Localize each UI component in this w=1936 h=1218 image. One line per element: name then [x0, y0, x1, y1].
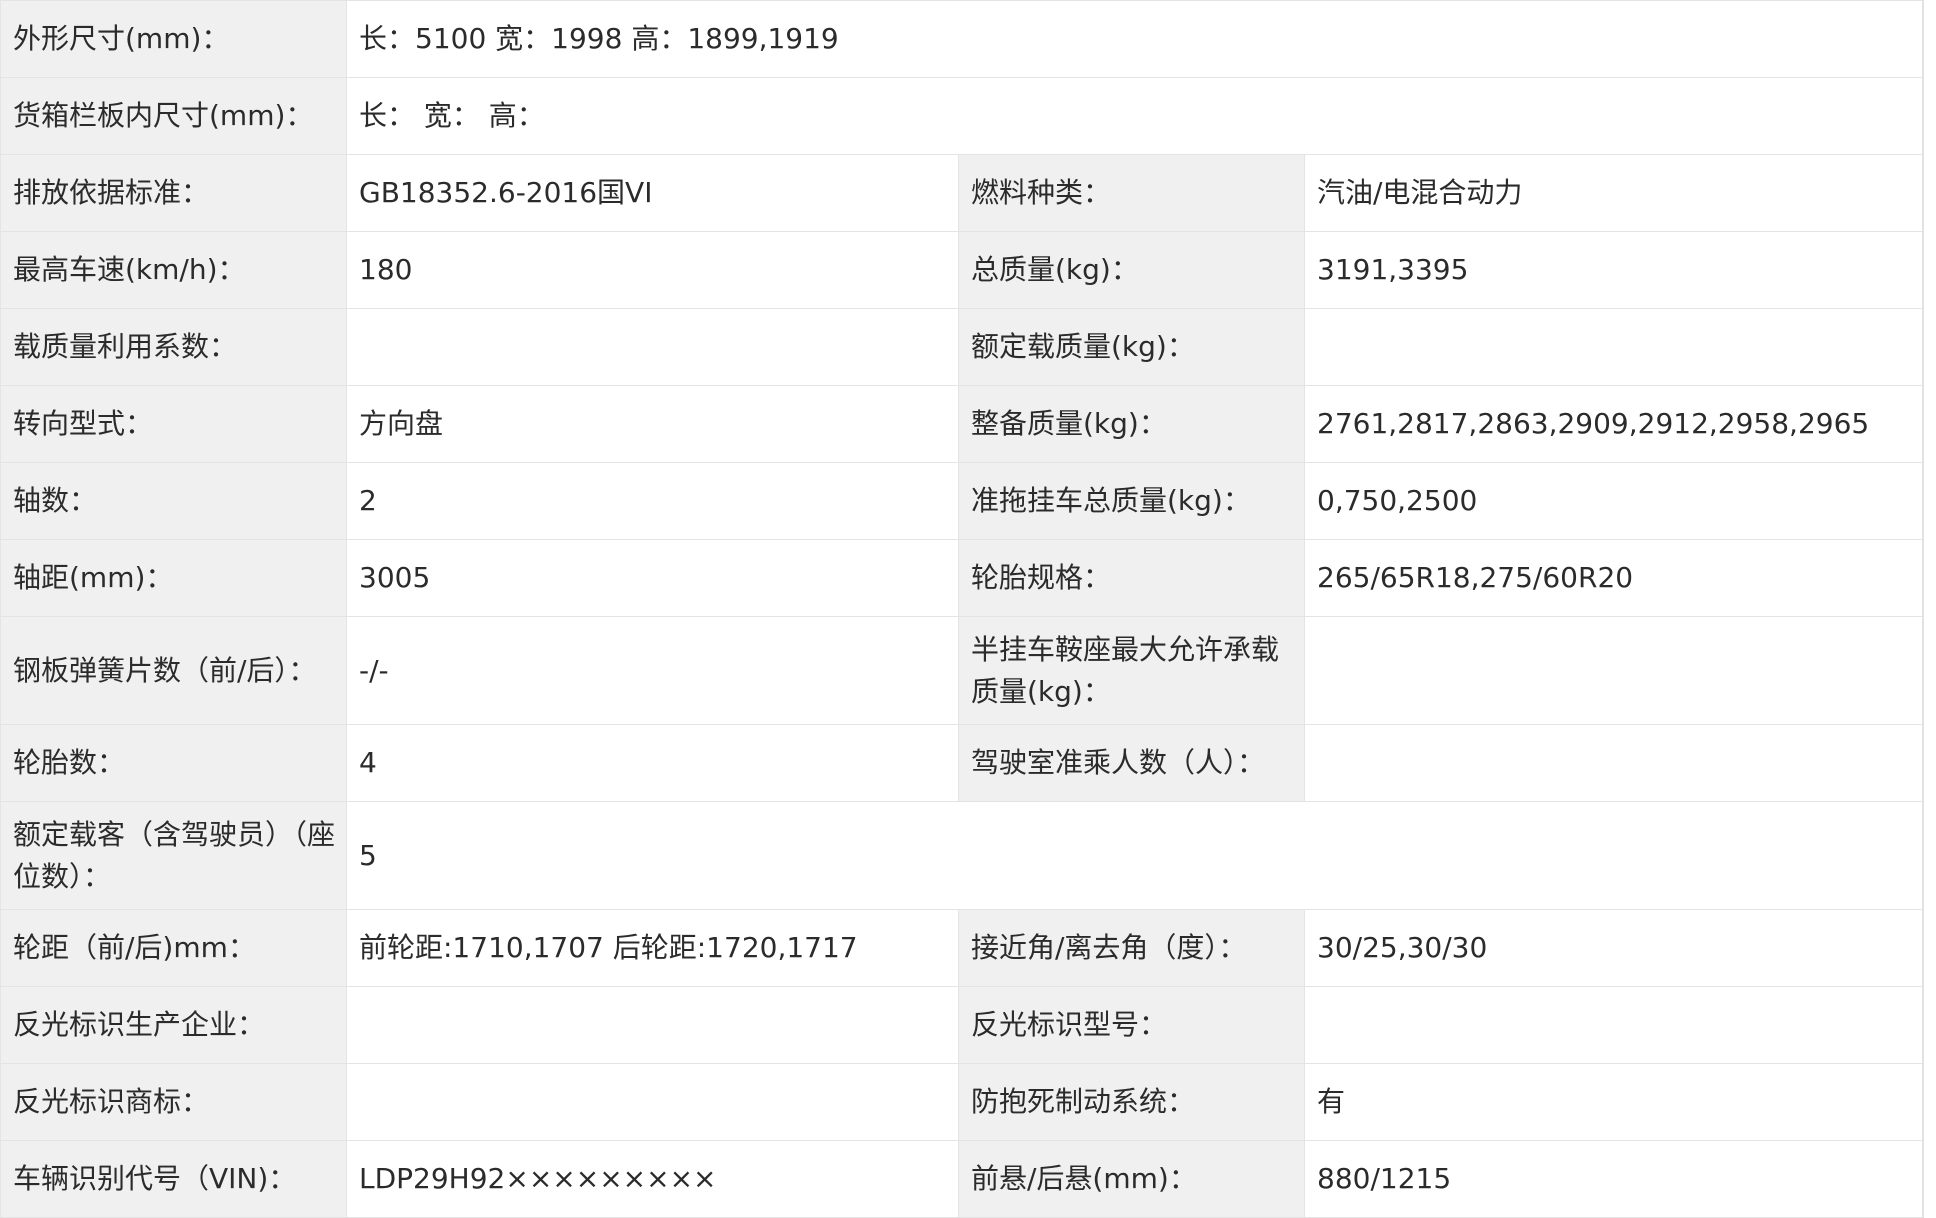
- spec-value: 方向盘: [346, 385, 959, 463]
- spec-label: 总质量(kg)：: [958, 231, 1305, 309]
- spec-label: 轮距（前/后)mm：: [0, 909, 347, 987]
- spec-label: 转向型式：: [0, 385, 347, 463]
- table-row: 载质量利用系数： 额定载质量(kg)：: [0, 308, 1922, 386]
- table-row: 反光标识商标： 防抱死制动系统： 有: [0, 1063, 1922, 1141]
- spec-label: 驾驶室准乘人数（人）：: [958, 724, 1305, 802]
- table-row: 车辆识别代号（VIN)： LDP29H92××××××××× 前悬/后悬(mm)…: [0, 1140, 1922, 1218]
- spec-label: 轴距(mm)：: [0, 539, 347, 617]
- spec-value: [1304, 724, 1922, 802]
- spec-value: 4: [346, 724, 959, 802]
- spec-value: 0,750,2500: [1304, 462, 1922, 540]
- spec-label: 整备质量(kg)：: [958, 385, 1305, 463]
- spec-label: 准拖挂车总质量(kg)：: [958, 462, 1305, 540]
- spec-value: 265/65R18,275/60R20: [1304, 539, 1922, 617]
- spec-value: 5: [346, 801, 1922, 910]
- spec-value: -/-: [346, 616, 959, 725]
- spec-label: 额定载客（含驾驶员）（座位数）：: [0, 801, 347, 910]
- table-row: 反光标识生产企业： 反光标识型号：: [0, 986, 1922, 1064]
- spec-value: [1304, 308, 1922, 386]
- spec-value: 长： 宽： 高：: [346, 77, 1922, 155]
- spec-label: 最高车速(km/h)：: [0, 231, 347, 309]
- spec-value: 3191,3395: [1304, 231, 1922, 309]
- table-row: 轴数： 2 准拖挂车总质量(kg)： 0,750,2500: [0, 462, 1922, 540]
- table-row: 货箱栏板内尺寸(mm)： 长： 宽： 高：: [0, 77, 1922, 155]
- spec-value: 2761,2817,2863,2909,2912,2958,2965: [1304, 385, 1922, 463]
- spec-label: 轴数：: [0, 462, 347, 540]
- spec-value: [346, 1063, 959, 1141]
- spec-label: 燃料种类：: [958, 154, 1305, 232]
- spec-label: 轮胎规格：: [958, 539, 1305, 617]
- spec-value: GB18352.6-2016国VI: [346, 154, 959, 232]
- spec-value: [346, 986, 959, 1064]
- spec-label: 反光标识商标：: [0, 1063, 347, 1141]
- spec-value: 880/1215: [1304, 1140, 1922, 1218]
- spec-value: 长：5100 宽：1998 高：1899,1919: [346, 0, 1922, 78]
- spec-label: 反光标识生产企业：: [0, 986, 347, 1064]
- spec-value: LDP29H92×××××××××: [346, 1140, 959, 1218]
- spec-value: [346, 308, 959, 386]
- table-row: 轴距(mm)： 3005 轮胎规格： 265/65R18,275/60R20: [0, 539, 1922, 617]
- spec-value: 2: [346, 462, 959, 540]
- spec-value: [1304, 986, 1922, 1064]
- spec-label: 接近角/离去角（度）：: [958, 909, 1305, 987]
- spec-label: 货箱栏板内尺寸(mm)：: [0, 77, 347, 155]
- table-row: 外形尺寸(mm)： 长：5100 宽：1998 高：1899,1919: [0, 0, 1922, 78]
- spec-label: 排放依据标准：: [0, 154, 347, 232]
- table-row: 轮胎数： 4 驾驶室准乘人数（人）：: [0, 724, 1922, 802]
- spec-label: 额定载质量(kg)：: [958, 308, 1305, 386]
- spec-label: 半挂车鞍座最大允许承载质量(kg)：: [958, 616, 1305, 725]
- spec-value: [1304, 616, 1922, 725]
- spec-label: 车辆识别代号（VIN)：: [0, 1140, 347, 1218]
- spec-table: 外形尺寸(mm)： 长：5100 宽：1998 高：1899,1919 货箱栏板…: [0, 0, 1922, 1218]
- spec-value: 3005: [346, 539, 959, 617]
- spec-label: 前悬/后悬(mm)：: [958, 1140, 1305, 1218]
- spec-label: 轮胎数：: [0, 724, 347, 802]
- spec-value: 180: [346, 231, 959, 309]
- table-row: 最高车速(km/h)： 180 总质量(kg)： 3191,3395: [0, 231, 1922, 309]
- spec-value: 30/25,30/30: [1304, 909, 1922, 987]
- table-row: 排放依据标准： GB18352.6-2016国VI 燃料种类： 汽油/电混合动力: [0, 154, 1922, 232]
- spec-value: 汽油/电混合动力: [1304, 154, 1922, 232]
- spec-label: 反光标识型号：: [958, 986, 1305, 1064]
- spec-label: 载质量利用系数：: [0, 308, 347, 386]
- table-row: 转向型式： 方向盘 整备质量(kg)： 2761,2817,2863,2909,…: [0, 385, 1922, 463]
- table-row: 钢板弹簧片数（前/后）： -/- 半挂车鞍座最大允许承载质量(kg)：: [0, 616, 1922, 725]
- spec-label: 钢板弹簧片数（前/后）：: [0, 616, 347, 725]
- spec-label: 防抱死制动系统：: [958, 1063, 1305, 1141]
- table-row: 额定载客（含驾驶员）（座位数）： 5: [0, 801, 1922, 910]
- spec-label: 外形尺寸(mm)：: [0, 0, 347, 78]
- vehicle-spec-sheet: 外形尺寸(mm)： 长：5100 宽：1998 高：1899,1919 货箱栏板…: [0, 0, 1924, 1218]
- table-row: 轮距（前/后)mm： 前轮距:1710,1707 后轮距:1720,1717 接…: [0, 909, 1922, 987]
- spec-value: 前轮距:1710,1707 后轮距:1720,1717: [346, 909, 959, 987]
- spec-value: 有: [1304, 1063, 1922, 1141]
